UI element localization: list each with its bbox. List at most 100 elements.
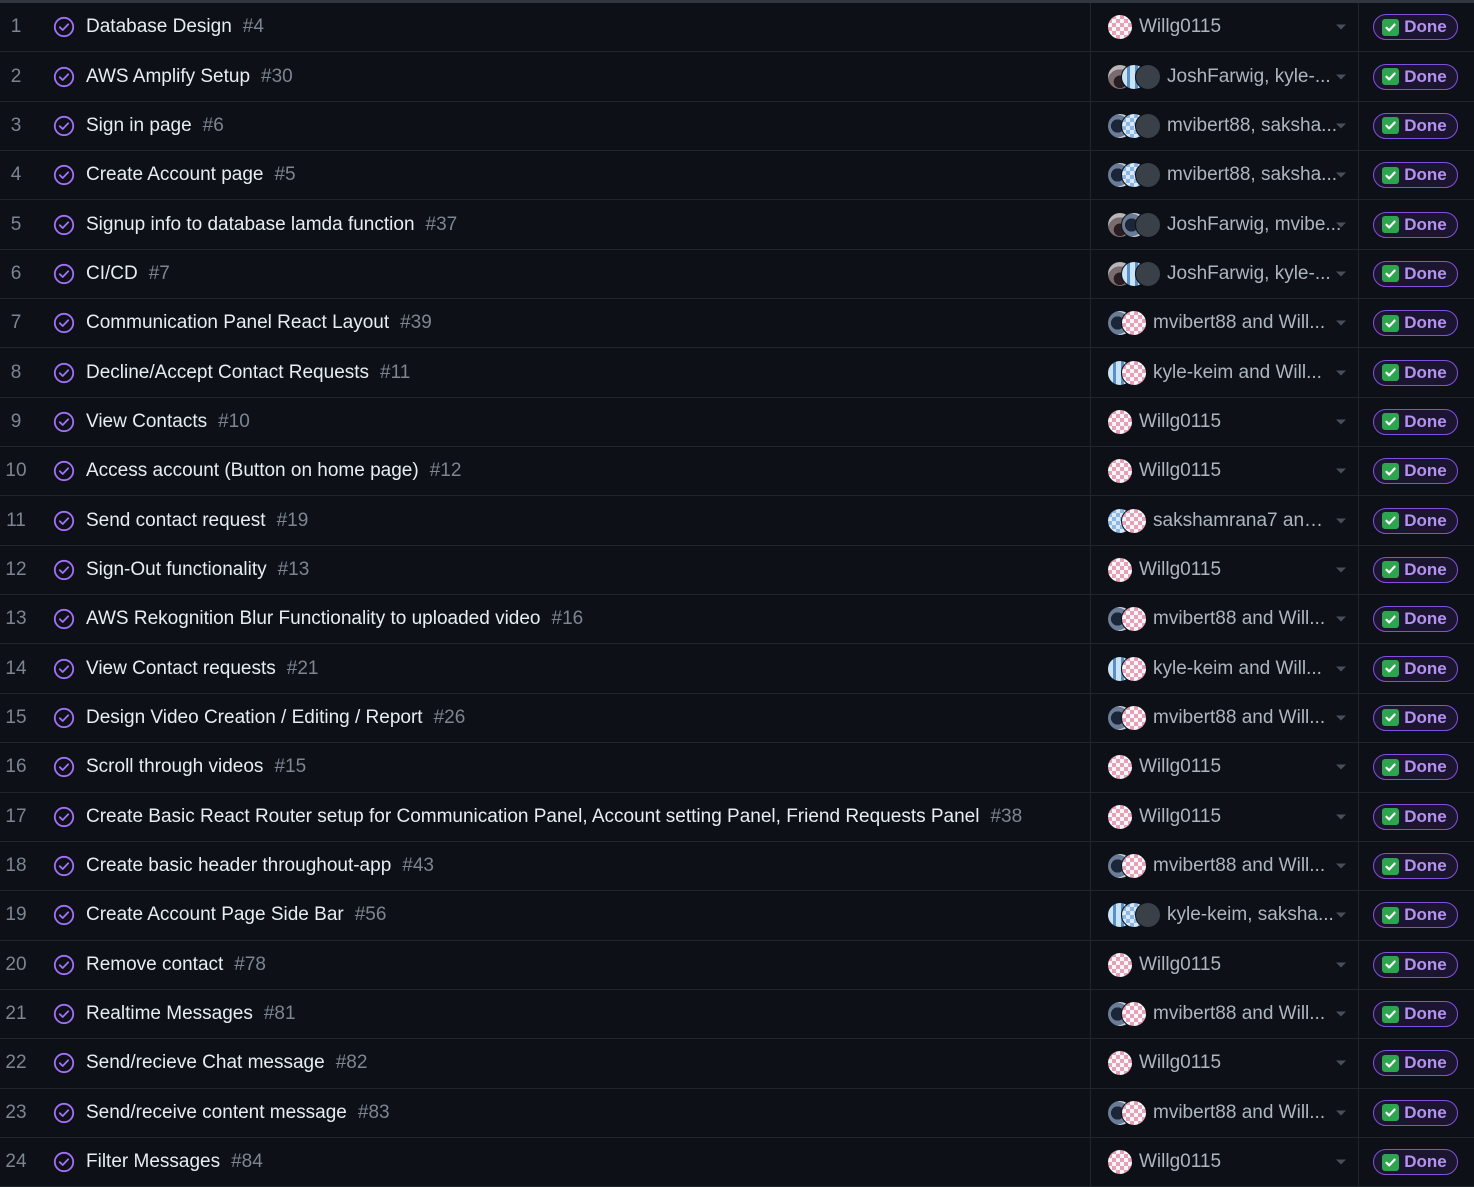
- assignees-cell[interactable]: Willg0115: [1090, 940, 1359, 989]
- issue-title[interactable]: CI/CD: [86, 263, 138, 285]
- issue-title[interactable]: Signup info to database lamda function: [86, 214, 415, 236]
- table-row[interactable]: 20 Remove contact #78 Willg0115 Done: [0, 940, 1474, 990]
- status-badge[interactable]: Done: [1373, 606, 1458, 633]
- chevron-down-icon[interactable]: [1336, 74, 1346, 80]
- chevron-down-icon[interactable]: [1336, 1011, 1346, 1017]
- assignees-cell[interactable]: mvibert88 and Will...: [1090, 299, 1359, 348]
- assignees-cell[interactable]: Willg0115: [1090, 743, 1359, 792]
- assignees-cell[interactable]: Willg0115: [1090, 1039, 1359, 1088]
- issue-title[interactable]: Database Design: [86, 16, 232, 38]
- assignees-cell[interactable]: mvibert88, saksha...: [1090, 151, 1359, 200]
- issue-title[interactable]: Scroll through videos: [86, 756, 263, 778]
- table-row[interactable]: 23 Send/receive content message #83 mvib…: [0, 1088, 1474, 1138]
- assignees-cell[interactable]: JoshFarwig, kyle-...: [1090, 249, 1359, 299]
- table-row[interactable]: 17 Create Basic React Router setup for C…: [0, 792, 1474, 842]
- table-row[interactable]: 7 Communication Panel React Layout #39 m…: [0, 299, 1474, 349]
- assignees-cell[interactable]: Willg0115: [1090, 792, 1359, 841]
- assignees-cell[interactable]: mvibert88 and Will...: [1090, 1088, 1359, 1137]
- issue-title[interactable]: Create Basic React Router setup for Comm…: [86, 806, 979, 828]
- assignees-cell[interactable]: Willg0115: [1090, 397, 1359, 447]
- issue-title[interactable]: Access account (Button on home page): [86, 460, 419, 482]
- issue-title[interactable]: Create Account Page Side Bar: [86, 904, 344, 926]
- status-badge[interactable]: Done: [1373, 14, 1458, 41]
- status-badge[interactable]: Done: [1373, 63, 1458, 90]
- table-row[interactable]: 12 Sign-Out functionality #13 Willg0115 …: [0, 545, 1474, 596]
- status-badge[interactable]: Done: [1373, 507, 1458, 534]
- chevron-down-icon[interactable]: [1336, 24, 1346, 30]
- assignees-cell[interactable]: Willg0115: [1090, 447, 1359, 496]
- table-row[interactable]: 11 Send contact request #19 sakshamrana7…: [0, 496, 1474, 546]
- table-row[interactable]: 10 Access account (Button on home page) …: [0, 447, 1474, 497]
- status-badge[interactable]: Done: [1373, 408, 1458, 435]
- status-badge[interactable]: Done: [1373, 260, 1458, 287]
- table-row[interactable]: 22 Send/recieve Chat message #82 Willg01…: [0, 1039, 1474, 1089]
- table-row[interactable]: 21 Realtime Messages #81 mvibert88 and W…: [0, 989, 1474, 1040]
- assignees-cell[interactable]: kyle-keim, saksha...: [1090, 891, 1359, 940]
- assignees-cell[interactable]: kyle-keim and Will...: [1090, 644, 1359, 693]
- chevron-down-icon[interactable]: [1336, 912, 1346, 918]
- status-badge[interactable]: Done: [1373, 1149, 1458, 1176]
- status-badge[interactable]: Done: [1373, 162, 1458, 189]
- table-row[interactable]: 5 Signup info to database lamda function…: [0, 200, 1474, 250]
- status-badge[interactable]: Done: [1373, 1099, 1458, 1126]
- status-badge[interactable]: Done: [1373, 458, 1458, 485]
- status-badge[interactable]: Done: [1373, 359, 1458, 386]
- chevron-down-icon[interactable]: [1336, 271, 1346, 277]
- chevron-down-icon[interactable]: [1336, 370, 1346, 376]
- issue-title[interactable]: Sign in page: [86, 115, 192, 137]
- issue-title[interactable]: Send/recieve Chat message: [86, 1052, 325, 1074]
- status-badge[interactable]: Done: [1373, 951, 1458, 978]
- assignees-cell[interactable]: mvibert88, saksha...: [1090, 101, 1359, 151]
- chevron-down-icon[interactable]: [1336, 567, 1346, 573]
- table-row[interactable]: 14 View Contact requests #21 kyle-keim a…: [0, 644, 1474, 694]
- issue-title[interactable]: Sign-Out functionality: [86, 559, 267, 581]
- chevron-down-icon[interactable]: [1336, 123, 1346, 129]
- chevron-down-icon[interactable]: [1336, 172, 1346, 178]
- assignees-cell[interactable]: kyle-keim and Will...: [1090, 348, 1359, 397]
- chevron-down-icon[interactable]: [1336, 616, 1346, 622]
- assignees-cell[interactable]: Willg0115: [1090, 1137, 1359, 1187]
- issue-title[interactable]: Filter Messages: [86, 1151, 220, 1173]
- issue-title[interactable]: Realtime Messages: [86, 1003, 253, 1025]
- chevron-down-icon[interactable]: [1336, 764, 1346, 770]
- chevron-down-icon[interactable]: [1336, 320, 1346, 326]
- assignees-cell[interactable]: mvibert88 and Will...: [1090, 841, 1359, 891]
- chevron-down-icon[interactable]: [1336, 814, 1346, 820]
- table-row[interactable]: 3 Sign in page #6 mvibert88, saksha... D…: [0, 101, 1474, 152]
- table-row[interactable]: 9 View Contacts #10 Willg0115 Done: [0, 397, 1474, 448]
- issue-title[interactable]: Create Account page: [86, 164, 263, 186]
- issue-title[interactable]: View Contacts: [86, 411, 207, 433]
- issue-title[interactable]: Design Video Creation / Editing / Report: [86, 707, 423, 729]
- assignees-cell[interactable]: sakshamrana7 and...: [1090, 496, 1359, 545]
- table-row[interactable]: 18 Create basic header throughout-app #4…: [0, 841, 1474, 892]
- assignees-cell[interactable]: JoshFarwig, kyle-...: [1090, 52, 1359, 101]
- status-badge[interactable]: Done: [1373, 902, 1458, 929]
- table-row[interactable]: 2 AWS Amplify Setup #30 JoshFarwig, kyle…: [0, 52, 1474, 102]
- issue-title[interactable]: Remove contact: [86, 954, 223, 976]
- chevron-down-icon[interactable]: [1336, 715, 1346, 721]
- chevron-down-icon[interactable]: [1336, 222, 1346, 228]
- assignees-cell[interactable]: mvibert88 and Will...: [1090, 595, 1359, 644]
- issue-title[interactable]: View Contact requests: [86, 658, 276, 680]
- table-row[interactable]: 6 CI/CD #7 JoshFarwig, kyle-... Done: [0, 249, 1474, 300]
- issue-title[interactable]: AWS Rekognition Blur Functionality to up…: [86, 608, 541, 630]
- status-badge[interactable]: Done: [1373, 704, 1458, 731]
- chevron-down-icon[interactable]: [1336, 468, 1346, 474]
- chevron-down-icon[interactable]: [1336, 419, 1346, 425]
- table-row[interactable]: 24 Filter Messages #84 Willg0115 Done: [0, 1137, 1474, 1187]
- status-badge[interactable]: Done: [1373, 853, 1458, 880]
- table-row[interactable]: 4 Create Account page #5 mvibert88, saks…: [0, 151, 1474, 201]
- table-row[interactable]: 15 Design Video Creation / Editing / Rep…: [0, 693, 1474, 744]
- table-row[interactable]: 19 Create Account Page Side Bar #56 kyle…: [0, 891, 1474, 941]
- table-row[interactable]: 13 AWS Rekognition Blur Functionality to…: [0, 595, 1474, 645]
- status-badge[interactable]: Done: [1373, 655, 1458, 682]
- status-badge[interactable]: Done: [1373, 556, 1458, 583]
- status-badge[interactable]: Done: [1373, 211, 1458, 238]
- status-badge[interactable]: Done: [1373, 754, 1458, 781]
- assignees-cell[interactable]: Willg0115: [1090, 545, 1359, 595]
- chevron-down-icon[interactable]: [1336, 863, 1346, 869]
- table-row[interactable]: 1 Database Design #4 Willg0115 Done: [0, 3, 1474, 53]
- issue-title[interactable]: Communication Panel React Layout: [86, 312, 389, 334]
- chevron-down-icon[interactable]: [1336, 1110, 1346, 1116]
- table-row[interactable]: 16 Scroll through videos #15 Willg0115 D…: [0, 743, 1474, 793]
